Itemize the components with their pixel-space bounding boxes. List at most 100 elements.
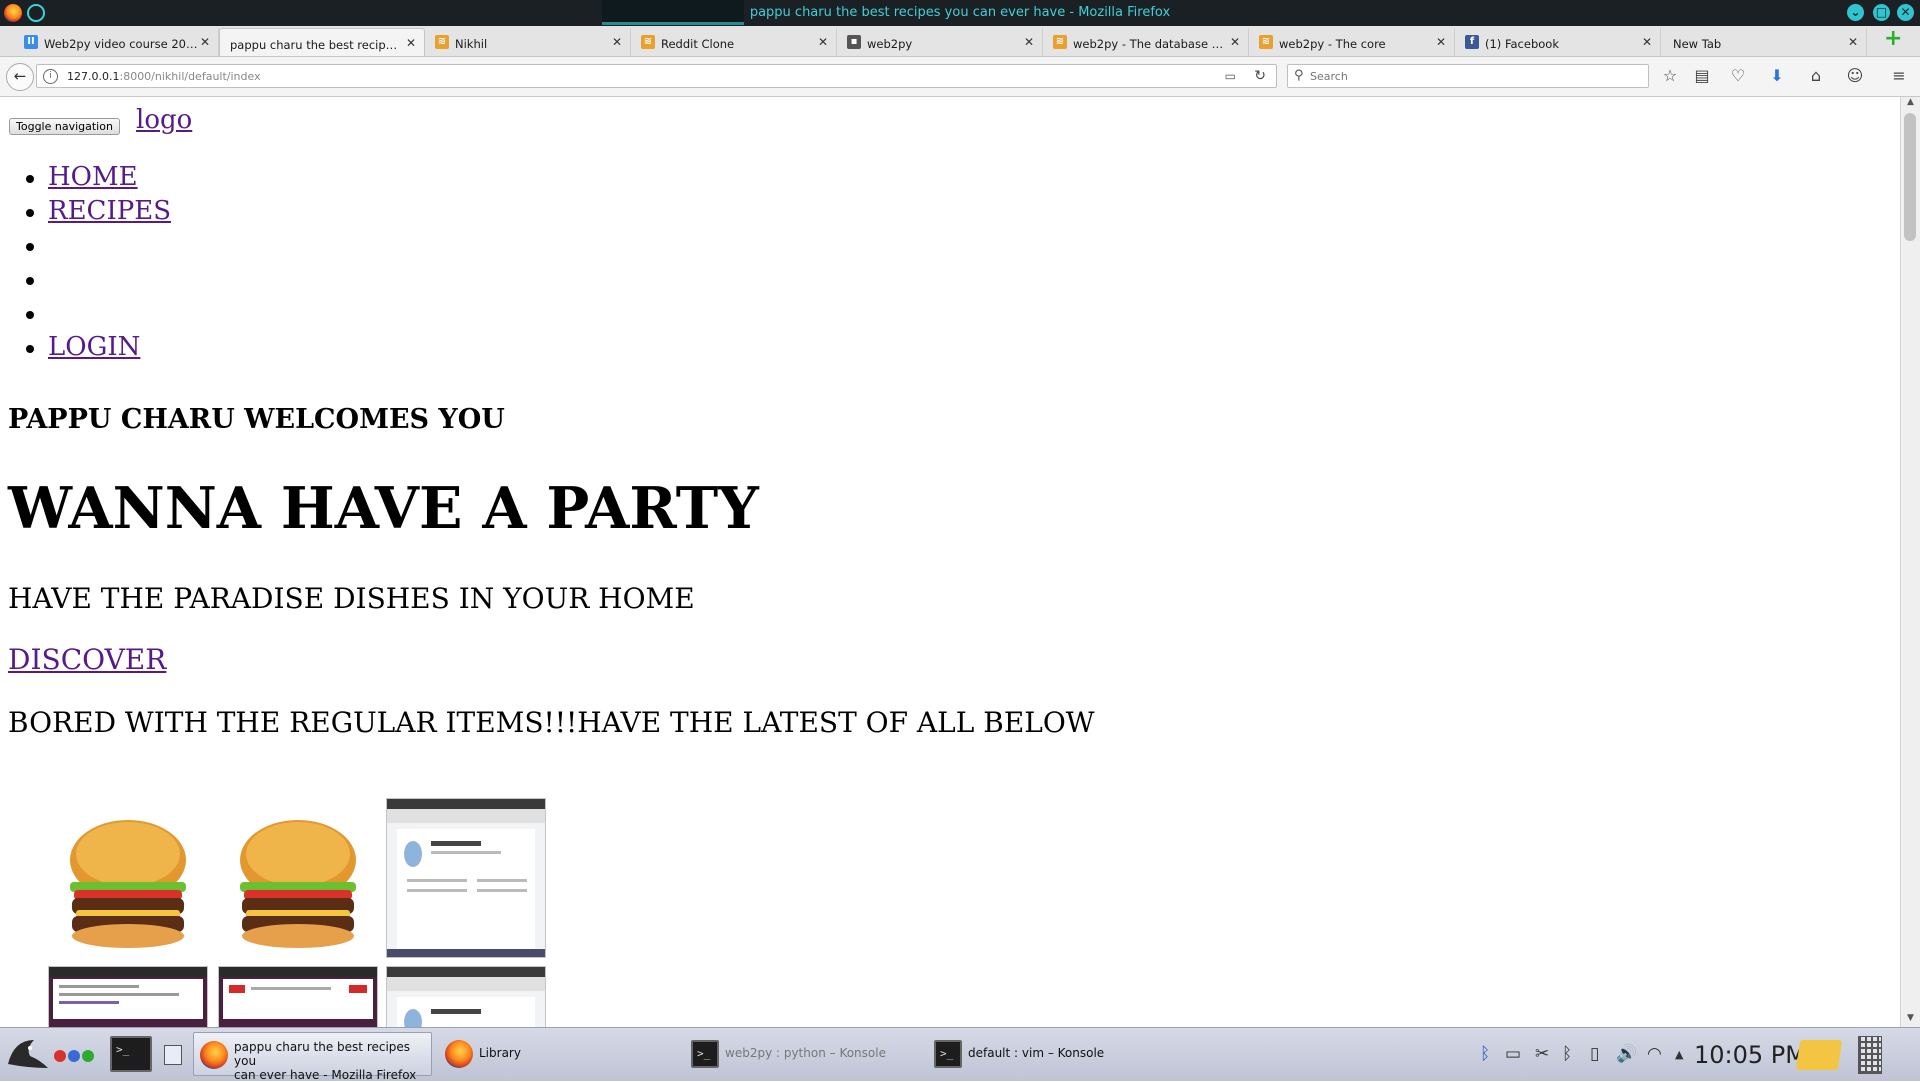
tab-label: web2py - The database … [1073,37,1224,51]
close-tab-icon[interactable]: ✕ [1024,35,1034,49]
bookmark-star-icon[interactable]: ☆ [1659,65,1681,87]
close-window-icon[interactable]: ✕ [1897,4,1914,21]
battery-icon[interactable]: ▯ [1590,1044,1599,1064]
toggle-navigation-button[interactable]: Toggle navigation [9,118,120,135]
list-bullet [26,311,34,319]
terminal-launcher-icon[interactable]: >_ [110,1036,152,1072]
task-firefox-pappu-charu[interactable]: pappu charu the best recipes you can eve… [193,1032,432,1082]
web2py-icon: ≋ [435,35,449,49]
home-icon[interactable]: ⌂ [1805,65,1827,87]
new-tab-plus-icon[interactable]: + [1884,28,1902,50]
tab-web2py-github[interactable]: ▪ web2py ✕ [837,28,1043,56]
scroll-up-arrow-icon[interactable]: ▲ [1901,97,1920,111]
url-bar[interactable]: i 127.0.0.1:8000/nikhil/default/index ▭ … [36,64,1277,88]
task-label: Library [479,1046,521,1060]
page-content: Toggle navigation logo HOME RECIPES LOGI… [0,97,1900,1027]
tab-nikhil[interactable]: ≋ Nikhil ✕ [425,28,631,56]
close-tab-icon[interactable]: ✕ [818,35,828,49]
task-label: default : vim – Konsole [968,1046,1105,1060]
bookmarks-list-icon[interactable]: ▤ [1691,65,1713,87]
maximize-icon[interactable]: □ [1873,4,1890,21]
tab-reddit-clone[interactable]: ≋ Reddit Clone ✕ [631,28,837,56]
hamburger-menu-icon[interactable]: ≡ [1888,65,1910,87]
back-arrow-icon[interactable]: ← [6,63,34,91]
burger-image[interactable] [48,798,208,958]
desktop-pager-icon[interactable] [164,1045,182,1065]
chat-icon[interactable]: ☺ [1844,65,1866,87]
firefox-icon [200,1041,228,1069]
profile-screenshot-image[interactable] [386,966,546,1027]
calculator-icon[interactable] [1858,1036,1882,1074]
clock[interactable]: 10:05 PM [1694,1041,1806,1069]
scroll-down-arrow-icon[interactable]: ▼ [1901,1013,1920,1027]
tab-web2py-database[interactable]: ≋ web2py - The database … ✕ [1043,28,1249,56]
close-tab-icon[interactable]: ✕ [1436,35,1446,49]
logo-link[interactable]: logo [136,105,192,135]
tab-web2py-video-course[interactable]: II Web2py video course 20… ✕ [14,28,219,56]
vertical-scrollbar[interactable]: ▲ ▼ [1900,97,1920,1027]
tab-label: pappu charu the best recip… [230,38,398,52]
tab-strip: II Web2py video course 20… ✕ pappu charu… [0,26,1920,57]
web2py-icon: ≋ [1259,35,1273,49]
reload-icon[interactable]: ↻ [1254,68,1266,84]
close-tab-icon[interactable]: ✕ [1230,35,1240,49]
window-buttons-icon[interactable] [52,1048,100,1064]
youtube-screenshot-image[interactable] [218,966,378,1027]
close-tab-icon[interactable]: ✕ [406,36,416,50]
paradise-text: HAVE THE PARADISE DISHES IN YOUR HOME [8,582,695,615]
drive-icon[interactable]: ▭ [1505,1044,1521,1064]
task-konsole-vim[interactable]: >_ default : vim – Konsole [928,1032,1158,1076]
terminal-icon: >_ [934,1040,962,1068]
tab-facebook[interactable]: f (1) Facebook ✕ [1455,28,1661,56]
burger-image[interactable] [218,798,378,958]
list-bullet [26,209,34,217]
task-library[interactable]: Library [439,1032,669,1076]
web2py-icon: ≋ [1053,35,1067,49]
url-path: :8000/nikhil/default/index [119,70,261,83]
task-label-line1: pappu charu the best recipes you [234,1040,411,1068]
notes-folder-icon[interactable] [1795,1040,1843,1070]
reader-view-icon[interactable]: ▭ [1225,69,1236,83]
tab-label: Web2py video course 20… [44,37,198,51]
search-bar[interactable]: ⚲ Search [1287,64,1649,88]
close-tab-icon[interactable]: ✕ [200,35,210,49]
profile-screenshot-image[interactable] [386,798,546,958]
scissors-icon[interactable]: ✂ [1535,1044,1549,1064]
list-bullet [26,345,34,353]
navigation-toolbar: ← i 127.0.0.1:8000/nikhil/default/index … [0,57,1920,97]
terminal-icon: >_ [691,1040,719,1068]
info-icon[interactable]: i [43,69,58,84]
nav-link-login[interactable]: LOGIN [48,332,140,362]
bluetooth-status-icon[interactable]: ᛒ [1562,1044,1572,1064]
tab-pappu-charu[interactable]: pappu charu the best recip… ✕ [219,28,425,56]
search-icon: ⚲ [1294,68,1304,83]
bluetooth-icon[interactable]: ᛒ [1480,1044,1490,1064]
task-konsole-web2py[interactable]: >_ web2py : python – Konsole [685,1032,915,1076]
firefox-icon [445,1040,473,1068]
browser-screenshot-image[interactable] [48,966,208,1027]
volume-icon[interactable]: 🔊 [1616,1044,1637,1064]
tab-web2py-core[interactable]: ≋ web2py - The core ✕ [1249,28,1455,56]
party-heading: WANNA HAVE A PARTY [8,475,759,542]
close-tab-icon[interactable]: ✕ [1642,35,1652,49]
tab-new-tab[interactable]: New Tab ✕ [1661,28,1867,56]
tray-expand-icon[interactable]: ▲ [1675,1048,1683,1061]
pocket-icon[interactable]: ♡ [1727,65,1749,87]
kde-menu-icon[interactable] [4,1034,50,1074]
minimize-icon[interactable]: ⌄ [1847,4,1864,21]
welcome-heading: PAPPU CHARU WELCOMES YOU [8,404,505,435]
close-tab-icon[interactable]: ✕ [612,35,622,49]
facebook-icon: f [1465,35,1479,49]
video-course-icon: II [24,35,38,49]
download-icon[interactable]: ⬇ [1766,65,1788,87]
nav-link-home[interactable]: HOME [48,162,138,192]
close-tab-icon[interactable]: ✕ [1848,35,1858,49]
tab-label: New Tab [1673,37,1722,51]
list-bullet [26,243,34,251]
web2py-icon: ≋ [641,35,655,49]
nav-link-recipes[interactable]: RECIPES [48,196,171,226]
url-host: 127.0.0.1 [67,70,120,83]
wifi-icon[interactable]: ◠ [1647,1044,1662,1064]
discover-link[interactable]: DISCOVER [8,643,166,676]
scrollbar-thumb[interactable] [1904,113,1916,241]
